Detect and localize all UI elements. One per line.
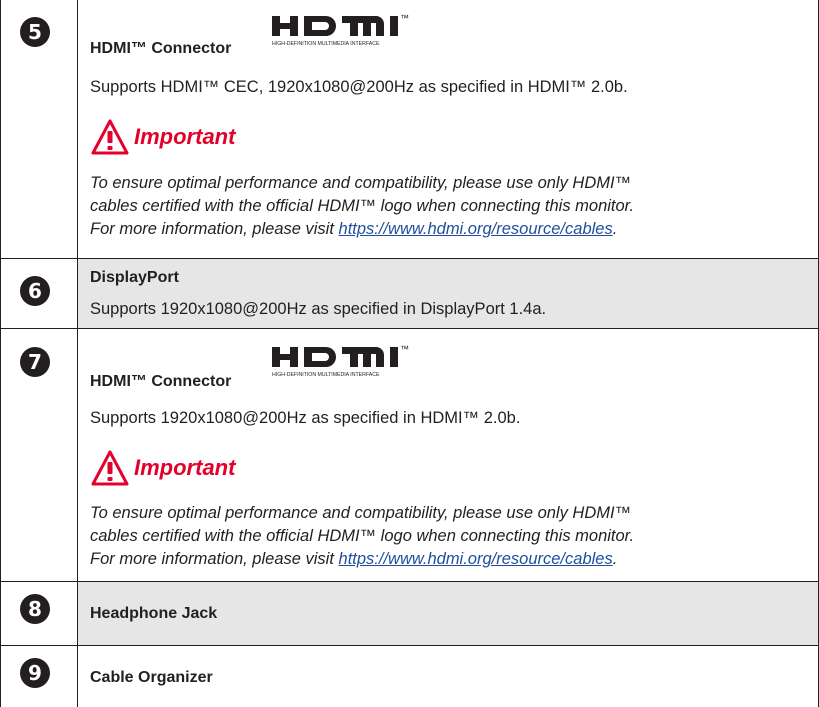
item-number-badge: 9 bbox=[20, 658, 50, 688]
note-line-2: cables certified with the official HDMI™… bbox=[90, 527, 635, 545]
table-row-7: 7 HDMI™ Connector ™ HIGH-DEFINITION MULT… bbox=[0, 329, 819, 581]
note-line-2: cables certified with the official HDMI™… bbox=[90, 197, 635, 215]
note-suffix: . bbox=[612, 220, 618, 238]
item-title: HDMI™ Connector bbox=[90, 40, 232, 57]
item-number-badge: 7 bbox=[20, 347, 50, 377]
item-number-badge: 6 bbox=[20, 276, 50, 306]
table-row-6: 6 DisplayPort Supports 1920x1080@200Hz a… bbox=[0, 259, 819, 328]
important-note: To ensure optimal performance and compat… bbox=[90, 502, 634, 571]
item-title: DisplayPort bbox=[90, 269, 179, 286]
note-prefix: For more information, please visit bbox=[90, 550, 339, 568]
item-description: Supports 1920x1080@200Hz as specified in… bbox=[90, 300, 547, 318]
row-content: HDMI™ Connector ™ HIGH-DEFINITION MULTIM… bbox=[78, 0, 818, 258]
logo-subtitle: HIGH-DEFINITION MULTIMEDIA INTERFACE bbox=[272, 41, 380, 47]
table-row-9: 9 Cable Organizer bbox=[0, 646, 819, 707]
item-description: Supports 1920x1080@200Hz as specified in… bbox=[90, 409, 521, 427]
logo-trademark: ™ bbox=[400, 13, 409, 23]
item-title: HDMI™ Connector bbox=[90, 373, 232, 390]
important-label: Important bbox=[134, 455, 236, 480]
hdmi-logo: ™ HIGH-DEFINITION MULTIMEDIA INTERFACE bbox=[272, 12, 432, 55]
note-suffix: . bbox=[612, 550, 618, 568]
note-line-1: To ensure optimal performance and compat… bbox=[90, 174, 632, 192]
warning-icon bbox=[91, 450, 129, 486]
row-content: DisplayPort Supports 1920x1080@200Hz as … bbox=[78, 259, 818, 328]
spec-table: 5 HDMI™ Connector ™ HIGH-DEFINITION MULT… bbox=[0, 0, 819, 707]
row-content: HDMI™ Connector ™ HIGH-DEFINITION MULTIM… bbox=[78, 329, 818, 581]
column-divider bbox=[77, 0, 78, 707]
hdmi-cables-link[interactable]: https://www.hdmi.org/resource/cables bbox=[339, 550, 613, 568]
table-row-8: 8 Headphone Jack bbox=[0, 582, 819, 645]
row-content: Cable Organizer bbox=[78, 646, 818, 707]
note-line-1: To ensure optimal performance and compat… bbox=[90, 504, 632, 522]
hdmi-cables-link[interactable]: https://www.hdmi.org/resource/cables bbox=[339, 220, 613, 238]
item-title: Headphone Jack bbox=[90, 605, 218, 622]
item-number-badge: 5 bbox=[20, 17, 50, 47]
hdmi-logo: ™ HIGH-DEFINITION MULTIMEDIA INTERFACE bbox=[272, 343, 432, 386]
item-number-badge: 8 bbox=[20, 594, 50, 624]
note-prefix: For more information, please visit bbox=[90, 220, 339, 238]
logo-subtitle: HIGH-DEFINITION MULTIMEDIA INTERFACE bbox=[272, 372, 380, 378]
table-border-left bbox=[0, 0, 1, 707]
table-row-5: 5 HDMI™ Connector ™ HIGH-DEFINITION MULT… bbox=[0, 0, 819, 258]
item-description: Supports HDMI™ CEC, 1920x1080@200Hz as s… bbox=[90, 78, 628, 96]
row-content: Headphone Jack bbox=[78, 582, 818, 645]
note-line-3: For more information, please visit https… bbox=[90, 218, 634, 241]
important-label: Important bbox=[134, 124, 236, 149]
item-title: Cable Organizer bbox=[90, 669, 213, 686]
note-line-3: For more information, please visit https… bbox=[90, 548, 634, 571]
important-note: To ensure optimal performance and compat… bbox=[90, 172, 634, 241]
warning-icon bbox=[91, 119, 129, 155]
logo-trademark: ™ bbox=[400, 344, 409, 354]
